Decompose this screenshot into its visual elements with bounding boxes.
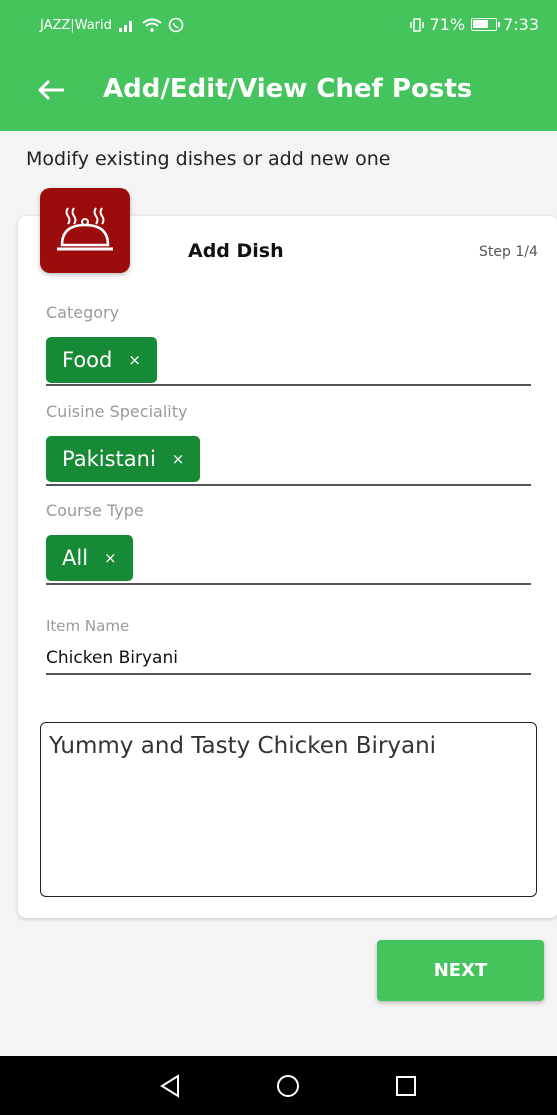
carrier-name: JAZZ|Warid [40, 17, 112, 33]
category-chip-label: Food [62, 348, 113, 372]
clock: 7:33 [503, 15, 539, 34]
description-text: Yummy and Tasty Chicken Biryani [49, 733, 437, 759]
app-bar: Add/Edit/View Chef Posts [0, 52, 557, 131]
status-right: 71% 7:33 [409, 15, 539, 34]
serving-cloche-icon [57, 207, 113, 251]
cuisine-chip-label: Pakistani [62, 447, 156, 471]
course-type-label: Course Type [46, 501, 144, 520]
back-nav-icon[interactable] [150, 1068, 190, 1104]
dish-logo [40, 188, 130, 273]
description-textarea[interactable]: Yummy and Tasty Chicken Biryani [40, 722, 537, 897]
cuisine-label: Cuisine Speciality [46, 402, 188, 421]
card-title: Add Dish [188, 240, 284, 262]
category-label: Category [46, 303, 120, 322]
item-name-input[interactable]: Chicken Biryani [46, 648, 178, 668]
category-underline [46, 384, 531, 386]
item-name-label: Item Name [46, 617, 130, 635]
cuisine-underline [46, 484, 531, 486]
system-nav-bar [0, 1056, 557, 1115]
page-subtitle: Modify existing dishes or add new one [26, 148, 391, 170]
category-chip-close-icon[interactable]: × [128, 351, 141, 369]
status-bar: JAZZ|Warid 71% 7:33 [0, 0, 557, 52]
whatsapp-icon [168, 17, 184, 33]
wifi-icon [142, 18, 162, 32]
battery-icon [471, 18, 501, 31]
battery-percent: 71% [429, 15, 466, 34]
recents-nav-icon[interactable] [386, 1068, 426, 1104]
category-chip[interactable]: Food × [46, 337, 157, 383]
cuisine-chip-close-icon[interactable]: × [172, 450, 185, 468]
status-left: JAZZ|Warid [40, 17, 184, 33]
next-button[interactable]: NEXT [377, 940, 544, 1001]
back-arrow-icon[interactable] [32, 70, 72, 110]
step-indicator: Step 1/4 [479, 244, 538, 260]
signal-icon [118, 21, 132, 32]
course-type-chip[interactable]: All × [46, 535, 133, 581]
page-title: Add/Edit/View Chef Posts [103, 74, 473, 104]
course-type-chip-label: All [62, 546, 89, 570]
cuisine-chip[interactable]: Pakistani × [46, 436, 201, 482]
item-name-underline [46, 673, 531, 675]
home-nav-icon[interactable] [268, 1068, 308, 1104]
course-type-underline [46, 583, 531, 585]
course-type-chip-close-icon[interactable]: × [104, 549, 117, 567]
vibrate-icon [409, 17, 424, 32]
